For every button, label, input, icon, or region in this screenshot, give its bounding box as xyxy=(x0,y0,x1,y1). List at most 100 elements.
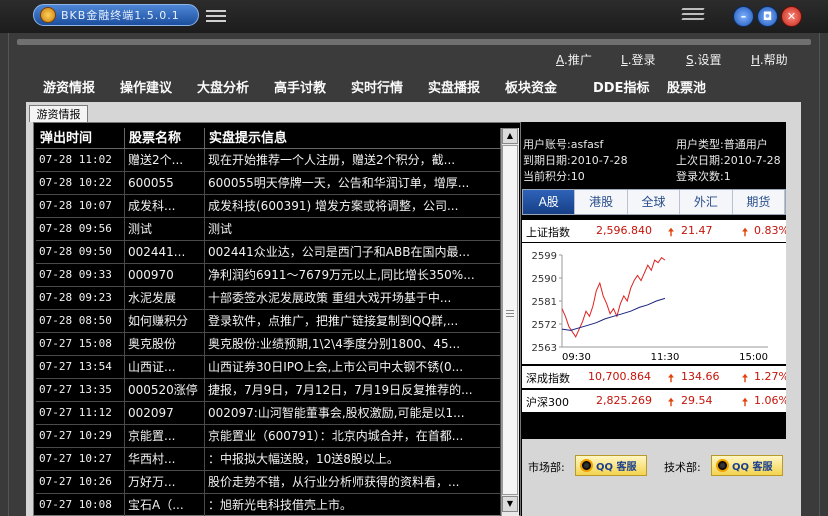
table-row[interactable]: 07-28 10:07 成发科... 成发科技(600391) 增发方案或将调整，公… xyxy=(36,195,501,218)
row-stock: 测试 xyxy=(125,218,205,241)
table-row[interactable]: 07-27 10:08 宝石A（... ：旭新光电科技借壳上市。 xyxy=(36,494,501,516)
row-time: 07-27 10:26 xyxy=(36,471,125,494)
tab-a-shares[interactable]: A股 xyxy=(523,190,576,214)
table-row[interactable]: 07-27 10:29 京能置... 京能置业（600791）：北京内城合并，在首都… xyxy=(36,425,501,448)
promote-label: .推广 xyxy=(564,53,592,67)
user-account: 用户账号:asfasf xyxy=(523,136,603,152)
settings-key: S xyxy=(686,53,694,67)
nav-expert[interactable]: 高手讨教 xyxy=(274,77,326,96)
tech-qq-button[interactable]: QQ 客服 xyxy=(711,455,783,476)
table-row[interactable]: 07-28 09:23 水泥发展 十部委签水泥发展政策 重组大戏开场基于中... xyxy=(36,287,501,310)
row-stock: 赠送2个... xyxy=(125,149,205,172)
table-row[interactable]: 07-28 10:22 600055 600055明天停牌一天，公告和华润订单，增厚… xyxy=(36,172,501,195)
table-row[interactable]: 07-28 09:33 000970 净利润约6911～7679万元以上,同比增长3… xyxy=(36,264,501,287)
index-change: 134.66 xyxy=(681,370,720,383)
tab-hot-money[interactable]: 游资情报 xyxy=(29,105,88,122)
account-value: asfasf xyxy=(570,138,604,151)
scroll-up-icon[interactable]: ▲ xyxy=(502,128,518,144)
nav-sector-funds[interactable]: 板块资金 xyxy=(505,77,557,96)
login-link[interactable]: L.登录 xyxy=(621,51,656,68)
row-time: 07-28 10:07 xyxy=(36,195,125,218)
tech-dept-label: 技术部: xyxy=(664,461,701,474)
index-name: 沪深300 xyxy=(526,396,569,409)
up-arrow-icon: 🠅 xyxy=(668,226,675,239)
row-info: 京能置业（600791）：北京内城合并，在首都... xyxy=(205,425,501,448)
maximize-button[interactable]: ◘ xyxy=(757,6,778,27)
nav-hot-money[interactable]: 游资情报 xyxy=(43,77,95,96)
header-stock[interactable]: 股票名称 xyxy=(125,128,205,149)
index-row-shanghai[interactable]: 上证指数 2,596.840 🠅 21.47 🠅 0.83% xyxy=(522,220,789,242)
index-change: 29.54 xyxy=(681,394,713,407)
nav-market-analysis[interactable]: 大盘分析 xyxy=(197,77,249,96)
news-table-header: 弹出时间 股票名称 实盘提示信息 xyxy=(36,128,501,149)
row-info: 测试 xyxy=(205,218,501,241)
up-arrow-icon: 🠅 xyxy=(742,396,749,409)
market-qq-button[interactable]: QQ 客服 xyxy=(575,455,647,476)
close-button[interactable]: ✕ xyxy=(781,6,802,27)
nav-advice[interactable]: 操作建议 xyxy=(120,77,172,96)
table-row[interactable]: 07-27 10:26 万好万... 股价走势不错，从行业分析师获得的资料看，... xyxy=(36,471,501,494)
tab-hk-shares[interactable]: 港股 xyxy=(575,190,628,214)
nav-realtime[interactable]: 实时行情 xyxy=(351,77,403,96)
row-info: 现在开始推荐一个人注册，赠送2个积分，截... xyxy=(205,149,501,172)
row-stock: 京能置... xyxy=(125,425,205,448)
row-time: 07-28 11:02 xyxy=(36,149,125,172)
row-stock: 华西村... xyxy=(125,448,205,471)
help-link[interactable]: H.帮助 xyxy=(751,51,788,68)
index-row-hs300[interactable]: 沪深300 2,825.269 🠅 29.54 🠅 1.06% xyxy=(522,390,789,412)
app-title: BKB金融终端1.5.0.1 xyxy=(61,9,180,22)
promote-link[interactable]: A.推广 xyxy=(556,51,592,68)
minimize-button[interactable]: – xyxy=(733,6,754,27)
skin-icon[interactable] xyxy=(681,8,705,22)
row-info: 十部委签水泥发展政策 重组大戏开场基于中... xyxy=(205,287,501,310)
expire-date: 到期日期:2010-7-28 xyxy=(523,152,628,168)
index-change: 21.47 xyxy=(681,224,713,237)
nav-stock-pool[interactable]: 股票池 xyxy=(667,77,706,96)
row-info: 600055明天停牌一天，公告和华润订单，增厚... xyxy=(205,172,501,195)
scroll-down-icon[interactable]: ▼ xyxy=(502,496,518,512)
index-row-shenzhen[interactable]: 深成指数 10,700.864 🠅 134.66 🠅 1.27% xyxy=(522,366,789,388)
up-arrow-icon: 🠅 xyxy=(742,226,749,239)
row-info: ：旭新光电科技借壳上市。 xyxy=(205,494,501,516)
tab-global[interactable]: 全球 xyxy=(628,190,681,214)
row-time: 07-27 13:54 xyxy=(36,356,125,379)
row-time: 07-28 09:56 xyxy=(36,218,125,241)
table-row[interactable]: 07-27 13:54 山西证... 山西证券30日IPO上会,上市公司中太钢不锈(… xyxy=(36,356,501,379)
table-row[interactable]: 07-28 11:02 赠送2个... 现在开始推荐一个人注册，赠送2个积分，截..… xyxy=(36,149,501,172)
up-arrow-icon: 🠅 xyxy=(668,396,675,409)
row-time: 07-28 09:33 xyxy=(36,264,125,287)
table-row[interactable]: 07-28 09:50 002441... 002441众业达，公司是西门子和ABB… xyxy=(36,241,501,264)
top-divider xyxy=(17,39,811,45)
news-table-body: 07-28 11:02 赠送2个... 现在开始推荐一个人注册，赠送2个积分，截..… xyxy=(36,149,501,516)
nav-dde[interactable]: DDE指标 xyxy=(593,77,649,96)
table-row[interactable]: 07-28 08:50 如何赚积分 登录软件，点推广，把推广链接复制到QQ群,... xyxy=(36,310,501,333)
chart-x-tick-label: 15:00 xyxy=(739,352,768,363)
row-info: 股价走势不错，从行业分析师获得的资料看，... xyxy=(205,471,501,494)
header-time[interactable]: 弹出时间 xyxy=(36,128,125,149)
table-row[interactable]: 07-27 11:12 002097 002097:山河智能董事会,股权激励,可能是… xyxy=(36,402,501,425)
intraday-chart-svg: 2563 2572 2581 2590 2599 09:30 11:30 15:00 xyxy=(532,251,768,363)
account-label: 用户账号: xyxy=(523,138,571,151)
scrollbar-thumb[interactable] xyxy=(502,145,518,495)
table-row[interactable]: 07-27 10:27 华西村... ：中报拟大幅送股，10送8股以上。 xyxy=(36,448,501,471)
row-info: 捷报，7月9日，7月12日，7月19日反复推荐的... xyxy=(205,379,501,402)
table-row[interactable]: 07-27 13:35 000520涨停 捷报，7月9日，7月12日，7月19日反复… xyxy=(36,379,501,402)
row-info: ：中报拟大幅送股，10送8股以上。 xyxy=(205,448,501,471)
nav-live-report[interactable]: 实盘播报 xyxy=(428,77,480,96)
market-dept-label: 市场部: xyxy=(528,461,565,474)
right-gutter xyxy=(786,102,801,516)
points-label: 当前积分: xyxy=(523,170,571,183)
table-row[interactable]: 07-27 15:08 奥克股份 奥克股份:业绩预期,1\2\4季度分别1800、4… xyxy=(36,333,501,356)
login-count: 登录次数:1 xyxy=(676,168,731,184)
tab-forex[interactable]: 外汇 xyxy=(680,190,733,214)
tab-futures[interactable]: 期货 xyxy=(733,190,786,214)
type-value: 普通用户 xyxy=(723,138,768,151)
settings-link[interactable]: S.设置 xyxy=(686,51,721,68)
header-info[interactable]: 实盘提示信息 xyxy=(205,128,501,149)
row-time: 07-27 10:08 xyxy=(36,494,125,516)
menu-icon[interactable] xyxy=(206,10,226,24)
row-stock: 000520涨停 xyxy=(125,379,205,402)
qq-button-label: QQ 客服 xyxy=(596,462,637,473)
chart-y-tick-label: 2590 xyxy=(532,274,557,285)
table-row[interactable]: 07-28 09:56 测试 测试 xyxy=(36,218,501,241)
